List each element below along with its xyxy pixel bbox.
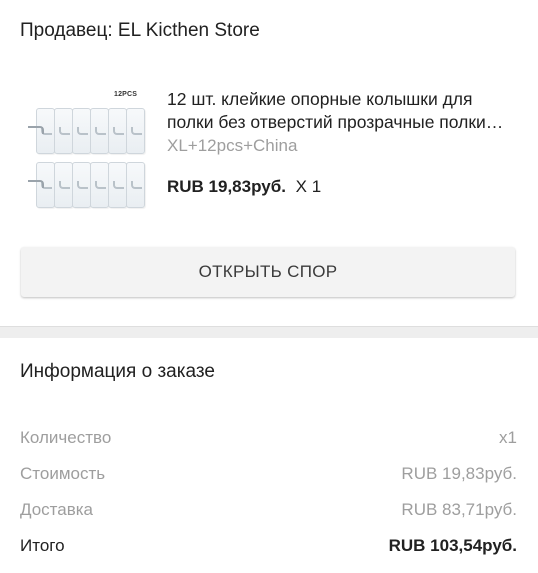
product-title[interactable]: 12 шт. клейкие опорные колышки для полки… — [167, 88, 519, 134]
hooks-row-bottom — [26, 162, 150, 208]
product-price: RUB 19,83руб. — [167, 177, 286, 196]
product-image-badge: 12PCS — [114, 91, 138, 98]
info-row-total: Итого RUB 103,54руб. — [20, 536, 517, 560]
product-price-line: RUB 19,83руб. X 1 — [167, 177, 321, 197]
section-divider — [0, 326, 538, 338]
order-info-title: Информация о заказе — [20, 361, 215, 382]
info-row-cost: Стоимость RUB 19,83руб. — [20, 464, 517, 488]
info-label: Количество — [20, 428, 112, 447]
info-value: x1 — [499, 428, 517, 447]
hooks-row-top — [26, 108, 150, 154]
info-value: RUB 19,83руб. — [401, 464, 517, 483]
info-row-quantity: Количество x1 — [20, 428, 517, 452]
info-label: Доставка — [20, 500, 94, 519]
info-row-delivery: Доставка RUB 83,71руб. — [20, 500, 517, 524]
info-label: Стоимость — [20, 464, 106, 483]
info-label: Итого — [20, 536, 65, 555]
product-item[interactable]: 12PCS 12 шт. клейкие опорные колышки для… — [20, 86, 520, 216]
info-value: RUB 103,54руб. — [388, 536, 517, 555]
seller-name[interactable]: Продавец: EL Kicthen Store — [20, 20, 260, 42]
product-variant: XL+12pcs+China — [167, 136, 298, 155]
product-image[interactable]: 12PCS — [20, 86, 150, 216]
product-quantity: X 1 — [295, 177, 322, 196]
open-dispute-button[interactable]: ОТКРЫТЬ СПОР — [21, 247, 515, 297]
info-value: RUB 83,71руб. — [401, 500, 517, 519]
